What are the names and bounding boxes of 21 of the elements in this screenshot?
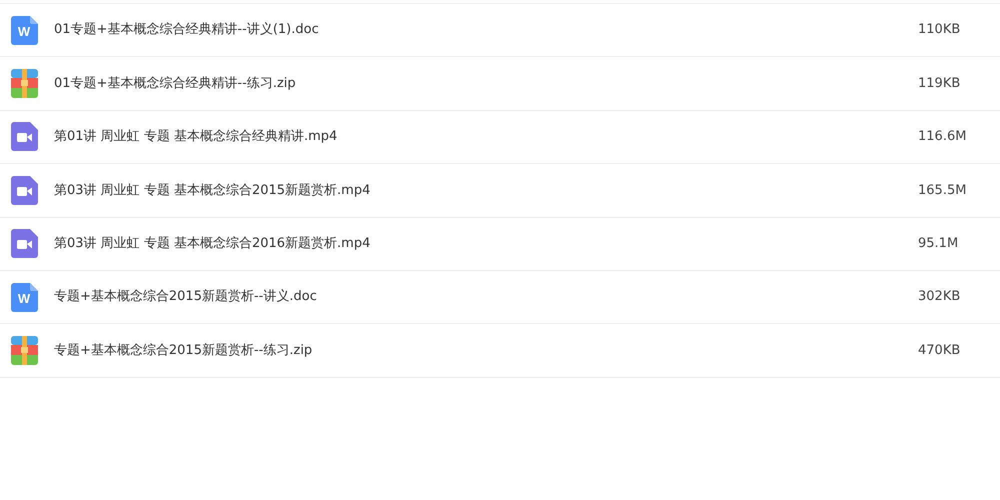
file-size: 116.6M [918,128,966,146]
archive-icon [11,69,38,98]
file-size: 119KB [918,74,960,93]
file-name[interactable]: 01专题+基本概念综合经典精讲--练习.zip [54,74,296,94]
file-size: 165.5M [918,182,966,200]
file-name[interactable]: 专题+基本概念综合2015新题赏析--练习.zip [54,340,312,360]
video-icon [11,176,38,205]
file-size: 302KB [918,288,960,306]
document-icon: W [11,282,38,312]
archive-icon [11,336,38,366]
file-size: 95.1M [918,235,958,253]
video-icon [11,229,38,258]
file-size: 470KB [918,342,960,360]
file-size: 110KB [918,21,960,40]
file-name[interactable]: 第03讲 周业虹 专题 基本概念综合2016新题赏析.mp4 [54,234,370,254]
file-name[interactable]: 01专题+基本概念综合经典精讲--讲义(1).doc [54,20,319,40]
file-name[interactable]: 第01讲 周业虹 专题 基本概念综合经典精讲.mp4 [54,127,338,147]
document-icon: W [11,16,38,45]
file-name[interactable]: 第03讲 周业虹 专题 基本概念综合2015新题赏析.mp4 [54,180,370,200]
video-icon [11,122,38,152]
file-name[interactable]: 专题+基本概念综合2015新题赏析--讲义.doc [54,287,317,307]
